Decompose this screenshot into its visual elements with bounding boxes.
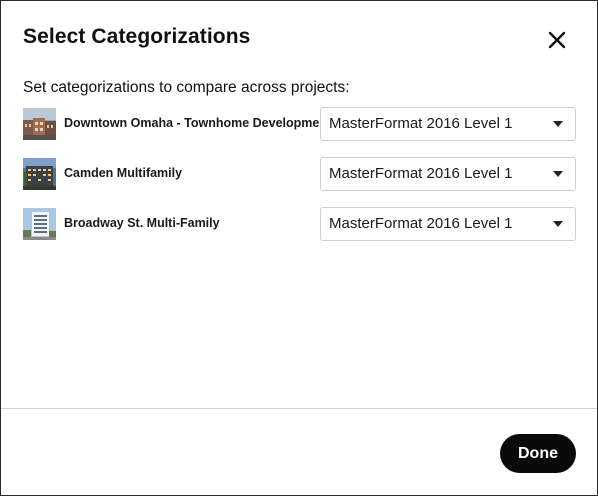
dialog-header: Select Categorizations — [1, 1, 597, 79]
categorization-value: MasterFormat 2016 Level 1 — [329, 165, 513, 182]
footer-divider — [1, 408, 597, 409]
project-list: Downtown Omaha - Townhome Development Ma… — [23, 106, 577, 256]
categorization-select[interactable]: MasterFormat 2016 Level 1 — [320, 207, 576, 241]
done-button[interactable]: Done — [500, 434, 576, 473]
categorization-value: MasterFormat 2016 Level 1 — [329, 115, 513, 132]
project-row: Camden Multifamily MasterFormat 2016 Lev… — [23, 156, 577, 206]
categorization-select[interactable]: MasterFormat 2016 Level 1 — [320, 107, 576, 141]
project-thumbnail — [23, 208, 56, 240]
project-thumbnail — [23, 108, 56, 140]
categorization-value: MasterFormat 2016 Level 1 — [329, 215, 513, 232]
project-name: Downtown Omaha - Townhome Development — [64, 116, 332, 130]
categorization-select[interactable]: MasterFormat 2016 Level 1 — [320, 157, 576, 191]
project-row: Broadway St. Multi-Family MasterFormat 2… — [23, 206, 577, 256]
project-name: Broadway St. Multi-Family — [64, 216, 220, 230]
project-thumbnail — [23, 158, 56, 190]
close-icon — [548, 31, 566, 49]
dialog-subtitle: Set categorizations to compare across pr… — [23, 79, 350, 96]
project-row: Downtown Omaha - Townhome Development Ma… — [23, 106, 577, 156]
close-button[interactable] — [545, 28, 569, 52]
chevron-down-icon — [553, 121, 563, 127]
project-name: Camden Multifamily — [64, 166, 183, 180]
chevron-down-icon — [553, 221, 563, 227]
dialog-title: Select Categorizations — [23, 25, 251, 48]
chevron-down-icon — [553, 171, 563, 177]
select-categorizations-dialog: Select Categorizations Set categorizatio… — [0, 0, 598, 496]
